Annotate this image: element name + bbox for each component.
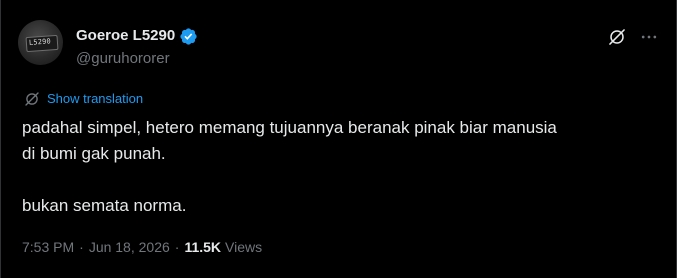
grok-icon bbox=[609, 29, 625, 45]
verified-badge-icon[interactable] bbox=[179, 27, 198, 46]
meta-separator: · bbox=[174, 239, 180, 255]
author-handle[interactable]: @guruhororer bbox=[76, 49, 170, 69]
tweet-card: L5290 Goeroe L5290 @guruhororer Show tra… bbox=[0, 0, 677, 278]
tweet-meta: 7:53 PM · Jun 18, 2026 · 11.5K Views bbox=[22, 237, 262, 257]
show-translation-label[interactable]: Show translation bbox=[47, 91, 143, 107]
tweet-text-line: di bumi gak punah. bbox=[22, 144, 166, 163]
more-icon bbox=[641, 35, 657, 39]
avatar-plate: L5290 bbox=[25, 34, 59, 53]
views-count[interactable]: 11.5K bbox=[184, 237, 221, 257]
author-display-name[interactable]: Goeroe L5290 bbox=[76, 26, 175, 46]
tweet-text: padahal simpel, hetero memang tujuannya … bbox=[22, 115, 662, 219]
tweet-text-line: padahal simpel, hetero memang tujuannya … bbox=[22, 118, 557, 137]
tweet-text-line: bukan semata norma. bbox=[22, 196, 187, 215]
avatar-plate-text: L5290 bbox=[28, 37, 52, 47]
tweet-time[interactable]: 7:53 PM bbox=[22, 237, 74, 257]
meta-separator: · bbox=[79, 239, 84, 255]
avatar[interactable]: L5290 bbox=[18, 20, 63, 65]
grok-button[interactable] bbox=[605, 25, 629, 49]
views-label: Views bbox=[225, 239, 263, 255]
translate-icon bbox=[23, 90, 41, 108]
show-translation-link[interactable]: Show translation bbox=[23, 89, 143, 109]
tweet-date[interactable]: Jun 18, 2026 bbox=[89, 237, 170, 257]
author-name-row: Goeroe L5290 bbox=[76, 25, 198, 47]
more-options-button[interactable] bbox=[637, 25, 661, 49]
